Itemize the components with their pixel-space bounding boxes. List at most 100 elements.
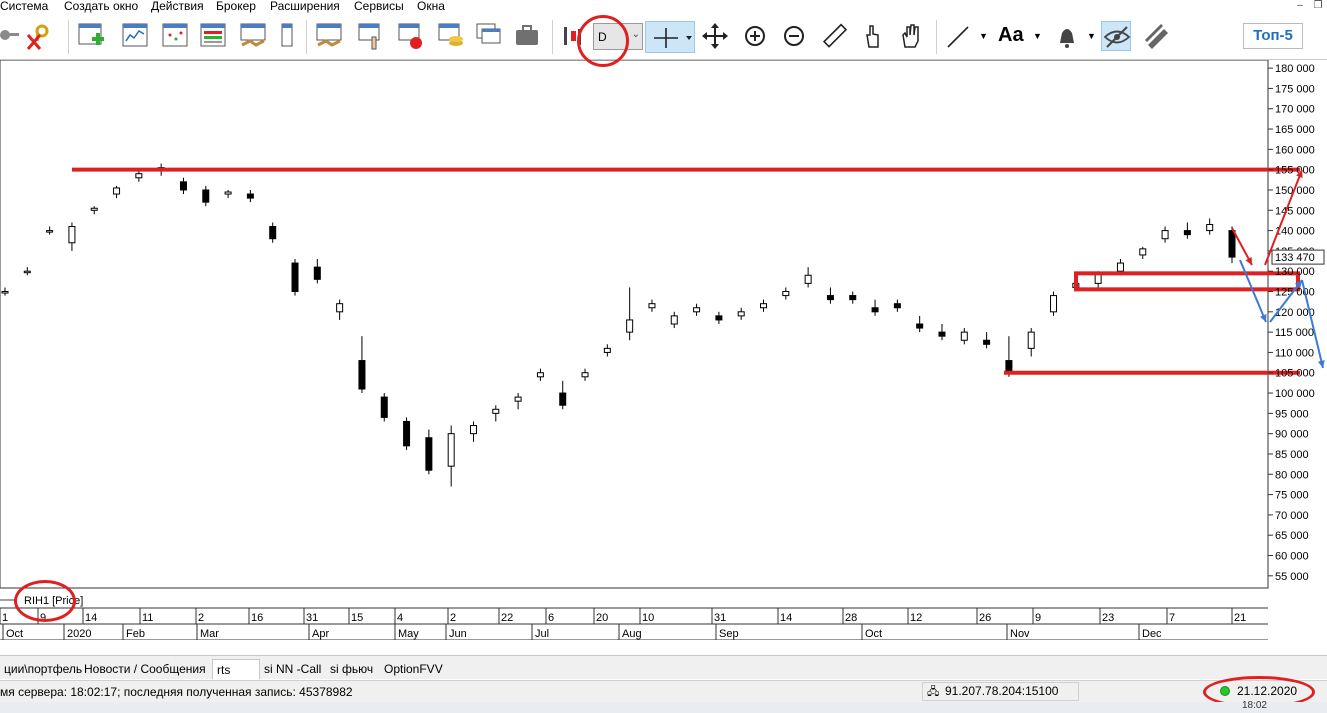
candle-body — [983, 339, 991, 345]
y-tick-label: 165 000 — [1275, 124, 1315, 136]
x-month-label: Sep — [719, 628, 739, 640]
candle-body — [559, 392, 567, 406]
tab-optionfvv[interactable]: OptionFVV — [380, 659, 447, 679]
candles-icon — [564, 27, 581, 45]
y-tick-label: 155 000 — [1275, 165, 1315, 177]
add-window-icon — [78, 23, 104, 45]
new-window-button[interactable] — [76, 21, 106, 51]
stop-button[interactable] — [396, 21, 426, 51]
y-tick-label: 85 000 — [1275, 449, 1309, 461]
zoom-out-icon — [784, 26, 804, 46]
connection-status[interactable]: 21.12.2020 — [1210, 682, 1308, 701]
tab-si-futures[interactable]: si фьюч — [326, 659, 377, 679]
candle-body — [358, 360, 366, 390]
y-tick-label: 60 000 — [1275, 551, 1309, 563]
y-tick-label: 65 000 — [1275, 530, 1309, 542]
zoom-in-button[interactable] — [740, 21, 770, 51]
candle-body — [269, 226, 277, 240]
stop-orders-button[interactable] — [356, 21, 386, 51]
more-windows-button[interactable] — [272, 21, 302, 51]
x-month-label: Mar — [200, 628, 219, 640]
candle-body — [1228, 230, 1236, 258]
crosshair-tool-button[interactable] — [645, 21, 695, 53]
x-month-label: Oct — [6, 628, 23, 640]
hide-objects-button[interactable] — [1101, 21, 1131, 51]
candle-body — [893, 303, 901, 309]
table-window-button[interactable] — [160, 21, 190, 51]
tab-si-nn-call[interactable]: si NN -Call — [260, 659, 325, 679]
orders-button[interactable] — [314, 21, 344, 51]
connected-indicator-icon — [1220, 686, 1230, 696]
disconnect-button[interactable] — [24, 21, 54, 51]
menu-extensions[interactable]: Расширения — [270, 0, 340, 13]
orders-icon — [316, 23, 342, 47]
deals-window-button[interactable] — [238, 21, 268, 51]
y-tick-label: 170 000 — [1275, 104, 1315, 116]
chart-type-button[interactable] — [558, 21, 588, 51]
candle-body — [1050, 295, 1058, 313]
instrument-label[interactable]: RIH1 [Price] — [24, 595, 83, 607]
line-tool-button[interactable] — [944, 21, 974, 51]
quotes-window-button[interactable] — [198, 21, 228, 51]
text-tool-button[interactable]: Aa — [998, 24, 1024, 47]
price-axis[interactable]: 180 000 175 000 170 000 165 000 160 000 155 0… — [1268, 63, 1325, 583]
candle-body — [469, 425, 477, 435]
price-chart[interactable]: 180 000175 000170 000165 000160 000155 0… — [0, 60, 1327, 640]
tab-news[interactable]: Новости / Сообщения — [80, 659, 210, 679]
chart-panel[interactable]: 180 000 175 000 170 000 165 000 160 000 155 0… — [0, 15, 1327, 640]
x-tick-label: 20 — [596, 612, 608, 624]
briefcase-button[interactable] — [512, 21, 542, 51]
candle-body — [581, 372, 589, 378]
narrow-window-icon — [281, 23, 293, 47]
candle-body — [1139, 248, 1147, 256]
chevron-down-icon[interactable]: ▼ — [979, 31, 988, 41]
ruler-tool-button[interactable] — [819, 21, 849, 51]
chart-window-button[interactable] — [120, 21, 150, 51]
restore-icon[interactable]: ❐ — [1311, 0, 1325, 13]
menu-system[interactable]: Система — [0, 0, 48, 13]
candle-body — [135, 173, 143, 179]
menu-services[interactable]: Сервисы — [354, 0, 404, 13]
candle-body — [202, 189, 210, 203]
x-tick-label: 4 — [397, 612, 403, 624]
menu-broker[interactable]: Брокер — [216, 0, 256, 13]
taskbar-clock: 18:02 — [1241, 700, 1267, 711]
candle-body — [1183, 230, 1191, 236]
stacked-windows-icon — [476, 23, 501, 44]
y-tick-label: 105 000 — [1275, 368, 1315, 380]
zoom-in-icon — [745, 26, 765, 46]
y-tick-label: 75 000 — [1275, 490, 1309, 502]
zoom-out-button[interactable] — [779, 21, 809, 51]
line-draw-icon — [947, 26, 969, 48]
top5-button[interactable]: Топ-5 — [1243, 23, 1303, 49]
menu-windows[interactable]: Окна — [417, 0, 445, 13]
minimize-icon[interactable]: – — [1293, 0, 1307, 13]
candle-body — [23, 270, 31, 274]
window-tabs: ции\портфель Новости / Сообщения rts si … — [0, 655, 1327, 679]
eraser-tool-button[interactable] — [1142, 21, 1172, 51]
server-time-status: мя сервера: 18:02:17; последняя полученн… — [0, 685, 353, 699]
portfolio-button[interactable] — [436, 21, 466, 51]
chevron-down-icon[interactable]: ▼ — [1087, 31, 1096, 41]
period-select[interactable]: D ⌄ — [593, 23, 643, 50]
menu-create-window[interactable]: Создать окно — [64, 0, 138, 13]
candle-body — [603, 347, 611, 353]
x-tick-label: 10 — [642, 612, 654, 624]
toolbar-separator — [306, 20, 307, 54]
tab-rts[interactable]: rts — [212, 659, 260, 679]
tab-portfolio[interactable]: ции\портфель — [0, 659, 86, 679]
trading-terminal-window: Система Создать окно Действия Брокер Рас… — [0, 0, 1327, 713]
pointer-hand-button[interactable] — [857, 21, 887, 51]
menu-bar: Система Создать окно Действия Брокер Рас… — [0, 0, 1327, 14]
chevron-down-icon[interactable]: ▼ — [1033, 31, 1042, 41]
positions-button[interactable] — [474, 21, 504, 51]
x-month-label: Jun — [449, 628, 467, 640]
candle-body — [90, 207, 98, 211]
alert-tool-button[interactable] — [1052, 21, 1082, 51]
x-tick-label: 11 — [142, 612, 153, 624]
pan-hand-button[interactable] — [896, 21, 926, 51]
candle-body — [849, 295, 857, 301]
y-tick-label: 140 000 — [1275, 226, 1315, 238]
move-tool-button[interactable] — [700, 21, 730, 51]
menu-actions[interactable]: Действия — [151, 0, 204, 13]
